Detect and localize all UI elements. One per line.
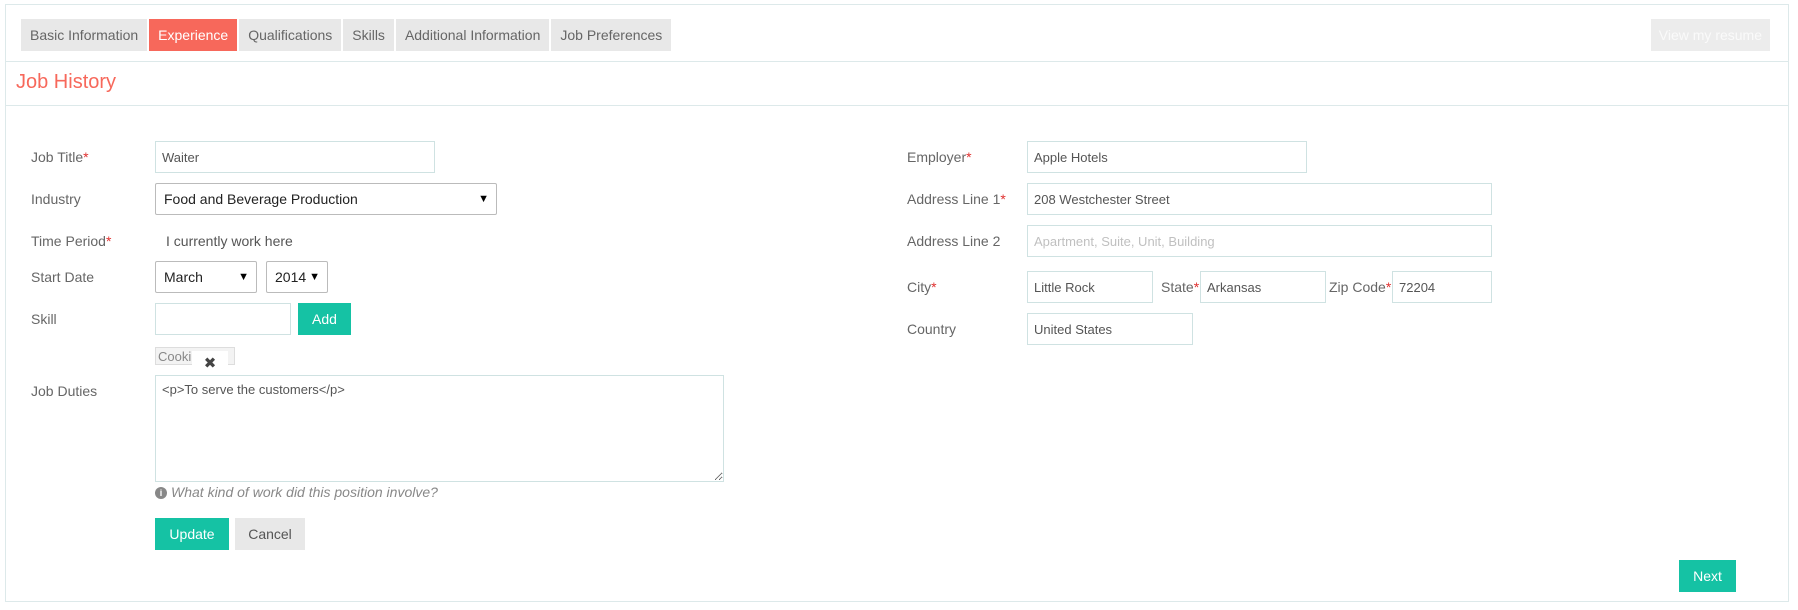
city-label-text: City xyxy=(907,279,932,295)
next-button[interactable]: Next xyxy=(1679,560,1736,592)
job-duties-hint-text: What kind of work did this position invo… xyxy=(171,484,438,500)
start-year-value: 2014 xyxy=(275,269,307,285)
job-title-label-text: Job Title xyxy=(31,149,84,165)
job-duties-label: Job Duties xyxy=(31,383,98,399)
address-line-1-label: Address Line 1* xyxy=(907,191,1006,207)
tab-additional-information[interactable]: Additional Information xyxy=(395,19,550,51)
required-mark: * xyxy=(83,149,89,165)
add-skill-button[interactable]: Add xyxy=(298,303,351,335)
state-label: State* xyxy=(1161,279,1199,295)
start-date-label: Start Date xyxy=(31,269,95,285)
tab-skills[interactable]: Skills xyxy=(343,19,394,51)
state-label-text: State xyxy=(1161,279,1194,295)
cancel-button[interactable]: Cancel xyxy=(235,518,305,550)
job-history-panel: Basic Information Experience Qualificati… xyxy=(5,4,1789,602)
tab-basic-information[interactable]: Basic Information xyxy=(21,19,148,51)
tab-job-preferences[interactable]: Job Preferences xyxy=(551,19,672,51)
job-duties-textarea[interactable]: <p>To serve the customers</p> xyxy=(155,375,724,482)
view-resume-button[interactable]: View my resume xyxy=(1650,19,1770,51)
time-period-label-text: Time Period xyxy=(31,233,106,249)
industry-selected-value: Food and Beverage Production xyxy=(164,191,358,207)
tab-experience[interactable]: Experience xyxy=(149,19,238,51)
address-line-2-label: Address Line 2 xyxy=(907,233,1001,249)
start-month-value: March xyxy=(164,269,203,285)
country-label: Country xyxy=(907,321,957,337)
section-header: Job History xyxy=(6,61,1788,106)
dropdown-arrow-icon: ▼ xyxy=(478,193,489,205)
required-mark: * xyxy=(105,233,112,249)
industry-label: Industry xyxy=(31,191,81,207)
industry-select[interactable]: Food and Beverage Production ▼ xyxy=(155,183,497,215)
address-line-2-input[interactable] xyxy=(1027,225,1492,257)
job-duties-hint: i What kind of work did this position inv… xyxy=(155,484,438,500)
start-month-select[interactable]: March ▼ xyxy=(155,261,257,293)
update-button[interactable]: Update xyxy=(155,518,229,550)
employer-label: Employer* xyxy=(907,149,972,165)
currently-work-here-option[interactable]: I currently work here xyxy=(166,233,293,249)
skill-label: Skill xyxy=(31,311,57,327)
zip-code-label: Zip Code* xyxy=(1329,279,1391,295)
required-mark: * xyxy=(1000,191,1006,207)
city-label: City* xyxy=(907,279,937,295)
time-period-label: Time Period* xyxy=(31,233,111,249)
required-mark: * xyxy=(1385,279,1392,295)
info-icon: i xyxy=(155,487,167,499)
state-input[interactable] xyxy=(1200,271,1326,303)
employer-label-text: Employer xyxy=(907,149,967,165)
required-mark: * xyxy=(1193,279,1200,295)
zip-code-label-text: Zip Code xyxy=(1329,279,1386,295)
address-line-1-label-text: Address Line 1 xyxy=(907,191,1001,207)
address-line-1-input[interactable] xyxy=(1027,183,1492,215)
remove-skill-close-icon[interactable]: ✖ xyxy=(192,351,228,373)
start-year-select[interactable]: 2014 ▼ xyxy=(266,261,328,293)
job-title-input[interactable] xyxy=(155,141,435,173)
section-title: Job History xyxy=(16,71,117,93)
required-mark: * xyxy=(966,149,972,165)
zip-code-input[interactable] xyxy=(1392,271,1492,303)
country-input[interactable] xyxy=(1027,313,1193,345)
employer-input[interactable] xyxy=(1027,141,1307,173)
profile-tabs: Basic Information Experience Qualificati… xyxy=(21,19,672,51)
required-mark: * xyxy=(931,279,937,295)
job-title-label: Job Title* xyxy=(31,149,89,165)
city-input[interactable] xyxy=(1027,271,1153,303)
skill-input[interactable] xyxy=(155,303,291,335)
dropdown-arrow-icon: ▼ xyxy=(238,271,249,283)
dropdown-arrow-icon: ▼ xyxy=(309,271,320,283)
tab-qualifications[interactable]: Qualifications xyxy=(239,19,342,51)
